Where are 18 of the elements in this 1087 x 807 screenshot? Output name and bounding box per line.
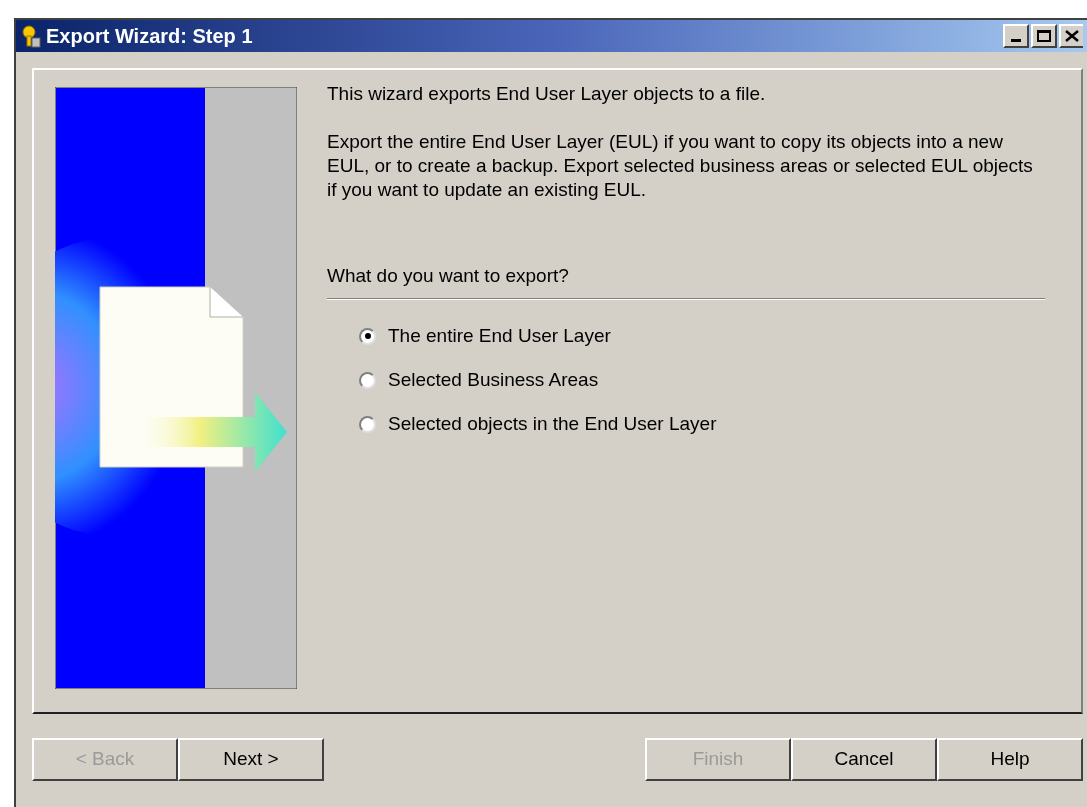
- option-label: Selected Business Areas: [388, 368, 599, 392]
- radio-button[interactable]: [359, 415, 376, 433]
- key-icon: [20, 24, 42, 48]
- option-label: Selected objects in the End User Layer: [388, 412, 717, 436]
- radio-button[interactable]: [359, 371, 376, 389]
- close-button[interactable]: [1059, 24, 1083, 48]
- description-text: Export the entire End User Layer (EUL) if you want to copy its objects into a new EUL, or to create a backup. Export selected business areas or selected EUL objects if you want to update an existing EUL.: [327, 130, 1034, 202]
- window-title: Export Wizard: Step 1: [46, 24, 253, 49]
- maximize-button[interactable]: [1031, 24, 1057, 48]
- radio-button[interactable]: [359, 327, 376, 345]
- question-text: What do you want to export?: [327, 264, 570, 288]
- option-label: The entire End User Layer: [388, 324, 611, 348]
- wizard-button[interactable]: Next >: [178, 738, 324, 781]
- minimize-button[interactable]: [1003, 24, 1029, 48]
- wizard-button[interactable]: Cancel: [791, 738, 937, 781]
- wizard-button[interactable]: Help: [937, 738, 1083, 781]
- intro-text: This wizard exports End User Layer objects to a file.: [327, 82, 767, 106]
- close-icon: [1065, 30, 1079, 42]
